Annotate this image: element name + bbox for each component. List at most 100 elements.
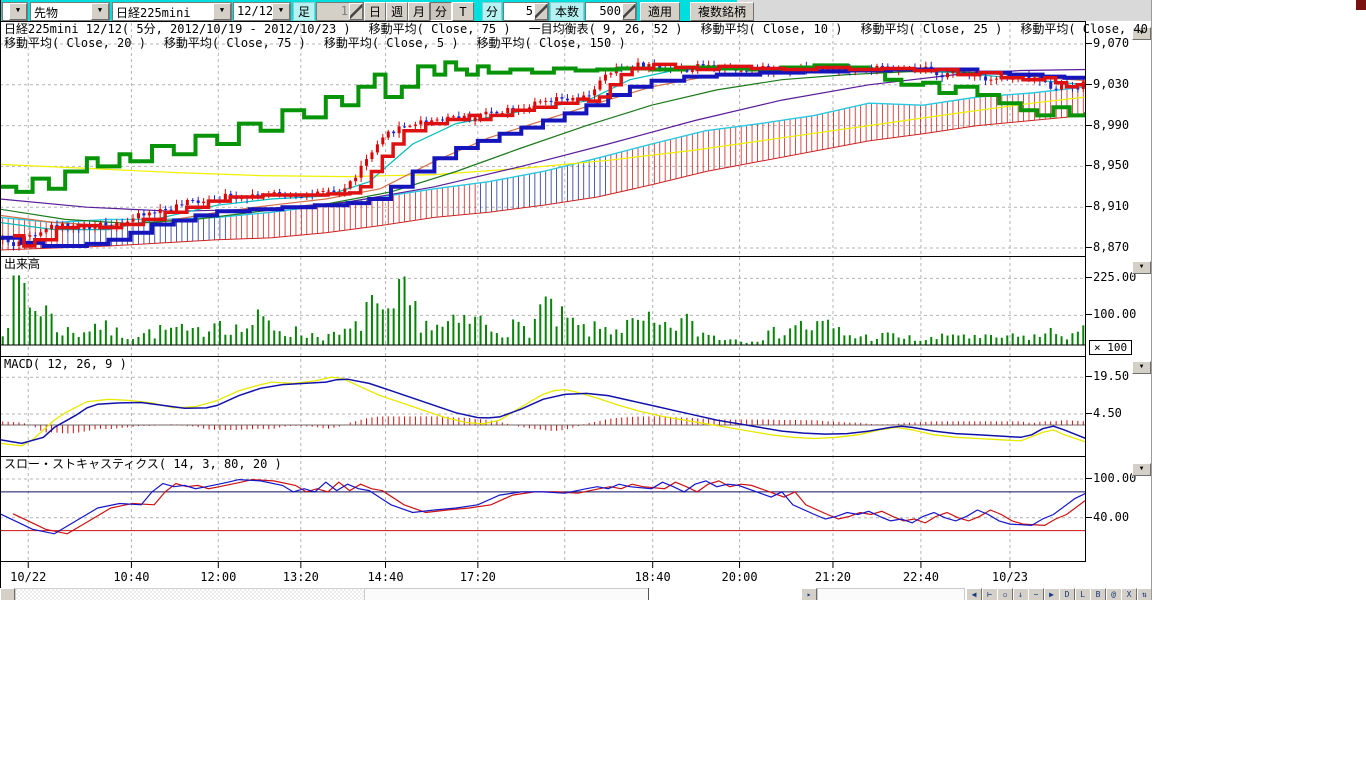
bar-interval-value: 1 <box>341 4 348 18</box>
stoch-axis-label: 40.00 <box>1093 511 1129 523</box>
chart-application-window: ▼ 先物 ▼ 日経225mini ▼ 12/12 ▼ 足 1 日 週 月 分 T… <box>0 0 1153 600</box>
stoch-panel-label: スロー・ストキャスティクス( 14, 3, 80, 20 ) <box>4 458 282 471</box>
minute-value: 5 <box>526 4 533 18</box>
time-axis-label: 10/23 <box>992 570 1028 584</box>
time-axis-label: 13:20 <box>283 570 319 584</box>
time-axis-label: 17:20 <box>460 570 496 584</box>
scroll-left-button[interactable] <box>0 588 15 600</box>
legend-item: 日経225mini 12/12( 5分, 2012/10/19 - 2012/1… <box>4 23 351 36</box>
time-axis-label: 21:20 <box>815 570 851 584</box>
multi-symbol-button[interactable]: 複数銘柄 <box>690 2 754 21</box>
volume-axis-menu-button[interactable]: ▼ <box>1132 261 1151 274</box>
desktop: ▼ 先物 ▼ 日経225mini ▼ 12/12 ▼ 足 1 日 週 月 分 T… <box>0 0 1366 768</box>
spin-button-icon[interactable] <box>349 3 363 20</box>
spin-button-icon[interactable] <box>622 3 636 20</box>
bar-type-label: 足 <box>293 2 315 21</box>
chevron-down-icon[interactable]: ▼ <box>9 3 27 20</box>
contract-value: 12/12 <box>237 4 273 18</box>
scrollbar-thumb[interactable] <box>15 588 365 600</box>
chevron-down-icon[interactable]: ▼ <box>272 3 290 20</box>
bottom-scrollbar-strip: ▸ ◀⊢▫↓−▶DLB@X⇅ <box>0 588 1152 600</box>
macd-axis-menu-button[interactable]: ▼ <box>1132 361 1151 374</box>
symbol-combobox[interactable]: 日経225mini ▼ <box>112 2 232 21</box>
stoch-axis-tick <box>1086 517 1092 518</box>
bar-count-label: 本数 <box>550 2 584 21</box>
symbol-value: 日経225mini <box>116 4 191 21</box>
window-right-border <box>1151 0 1152 600</box>
legend-item: 一目均衡表( 9, 26, 52 ) <box>529 23 683 36</box>
time-axis-label: 22:40 <box>903 570 939 584</box>
bottom-tool-button-11[interactable]: ⇅ <box>1137 588 1153 600</box>
bottom-tool-button-9[interactable]: @ <box>1106 588 1122 600</box>
macd-axis-label: 19.50 <box>1093 370 1129 382</box>
mini-combo[interactable]: ▼ <box>2 2 28 21</box>
price-axis-label: 9,030 <box>1093 78 1129 90</box>
legend-item: 移動平均( Close, 20 ) <box>4 37 146 50</box>
time-axis-label: 10:40 <box>113 570 149 584</box>
price-axis-tick <box>1086 247 1092 248</box>
bottom-tool-button-10[interactable]: X <box>1121 588 1137 600</box>
bottom-tool-button-3[interactable]: ↓ <box>1013 588 1029 600</box>
bottom-tool-button-6[interactable]: D <box>1059 588 1075 600</box>
chevron-down-icon[interactable]: ▼ <box>91 3 109 20</box>
legend-item: 移動平均( Close, 40 ) <box>1020 23 1153 36</box>
time-axis-label: 20:00 <box>722 570 758 584</box>
macd-panel-label: MACD( 12, 26, 9 ) <box>4 358 127 371</box>
volume-axis-label: 100.00 <box>1093 308 1136 320</box>
price-axis-tick <box>1086 43 1092 44</box>
bottom-tool-button-1[interactable]: ⊢ <box>982 588 998 600</box>
chevron-down-icon[interactable]: ▼ <box>213 3 231 20</box>
spin-button-icon[interactable] <box>534 3 548 20</box>
bottom-tool-button-5[interactable]: ▶ <box>1044 588 1060 600</box>
period-day-button[interactable]: 日 <box>364 2 386 21</box>
time-axis-label: 18:40 <box>635 570 671 584</box>
price-axis-label: 8,910 <box>1093 200 1129 212</box>
stoch-axis-label: 100.00 <box>1093 472 1136 484</box>
volume-axis-tick <box>1086 277 1092 278</box>
price-axis-label: 8,870 <box>1093 241 1129 253</box>
bottom-tool-button-7[interactable]: L <box>1075 588 1091 600</box>
legend-item: 移動平均( Close, 75 ) <box>369 23 511 36</box>
scrollbar-track[interactable] <box>364 588 649 600</box>
chart-canvas[interactable]: 10/22 10:40 12:00 13:20 14:40 17:20 18:40 20:00… <box>0 21 1086 589</box>
macd-axis-tick <box>1086 413 1092 414</box>
bar-interval-spinner[interactable]: 1 <box>316 2 364 21</box>
stoch-axis-menu-button[interactable]: ▼ <box>1132 463 1151 476</box>
time-axis-label: 12:00 <box>200 570 236 584</box>
price-axis-tick <box>1086 125 1092 126</box>
legend-item: 移動平均( Close, 10 ) <box>701 23 843 36</box>
legend-item: 移動平均( Close, 25 ) <box>860 23 1002 36</box>
category-value: 先物 <box>34 4 58 21</box>
volume-multiplier-box: × 100 <box>1089 340 1132 355</box>
bottom-tool-button-0[interactable]: ◀ <box>966 588 982 600</box>
period-minute-button[interactable]: 分 <box>430 2 452 21</box>
bar-count-spinner[interactable]: 500 <box>585 2 637 21</box>
price-axis-tick <box>1086 206 1092 207</box>
secondary-scrollbar-track[interactable] <box>817 588 965 600</box>
legend-item: 移動平均( Close, 75 ) <box>164 37 306 50</box>
period-week-button[interactable]: 週 <box>386 2 408 21</box>
bar-count-value: 500 <box>599 4 621 18</box>
contract-month-combobox[interactable]: 12/12 ▼ <box>233 2 291 21</box>
volume-panel-label: 出来高 <box>4 258 40 271</box>
category-combobox[interactable]: 先物 ▼ <box>30 2 110 21</box>
bottom-tool-button-8[interactable]: B <box>1090 588 1106 600</box>
macd-axis-tick <box>1086 376 1092 377</box>
period-tick-button[interactable]: T <box>452 2 474 21</box>
scroll-right-button[interactable]: ▸ <box>801 588 817 600</box>
time-axis-label: 14:40 <box>367 570 403 584</box>
minute-spinner[interactable]: 5 <box>503 2 549 21</box>
legend-row-1: 日経225mini 12/12( 5分, 2012/10/19 - 2012/1… <box>4 23 1153 36</box>
price-axis-tick <box>1086 84 1092 85</box>
stoch-axis-tick <box>1086 478 1092 479</box>
volume-axis-tick <box>1086 314 1092 315</box>
price-axis-label: 8,990 <box>1093 119 1129 131</box>
period-month-button[interactable]: 月 <box>408 2 430 21</box>
bottom-tool-button-2[interactable]: ▫ <box>997 588 1013 600</box>
apply-button[interactable]: 適用 <box>640 2 680 21</box>
price-axis-label: 9,070 <box>1093 37 1129 49</box>
time-axis-label: 10/22 <box>10 570 46 584</box>
macd-axis-label: 4.50 <box>1093 407 1122 419</box>
bottom-tool-button-4[interactable]: − <box>1028 588 1044 600</box>
price-axis-label: 8,950 <box>1093 159 1129 171</box>
